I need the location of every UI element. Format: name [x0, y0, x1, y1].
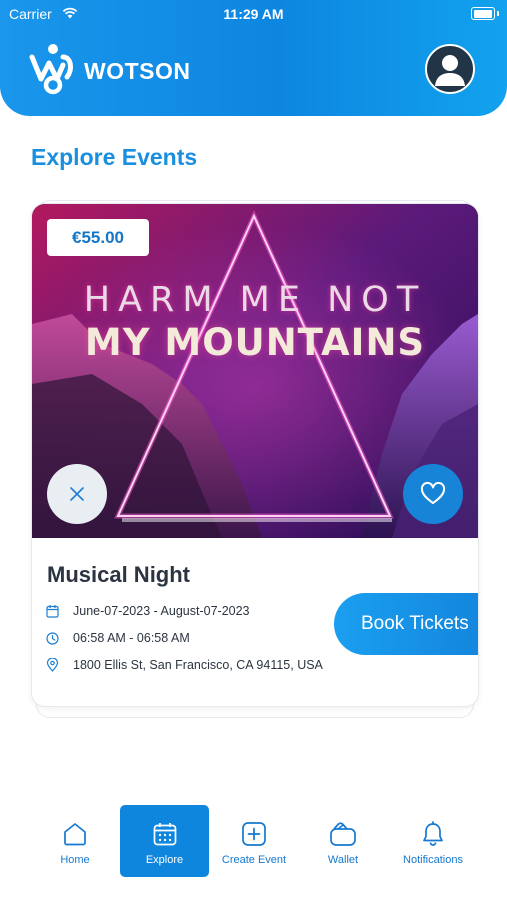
wallet-icon [330, 822, 356, 846]
price-tag: €55.00 [47, 219, 149, 256]
event-time-range: 06:58 AM - 06:58 AM [73, 631, 190, 645]
nav-notifications[interactable]: Notifications [393, 805, 473, 877]
bottom-nav: Home Explore Create Event Wallet Notific… [0, 800, 507, 900]
book-tickets-button[interactable]: Book Tickets [334, 593, 478, 655]
event-card[interactable]: €55.00 HARM ME NOT MY MOUNTAINS Musical … [31, 203, 479, 707]
user-avatar-icon[interactable] [425, 44, 475, 94]
favorite-button[interactable] [403, 464, 463, 524]
nav-explore-label: Explore [145, 854, 184, 866]
nav-create-event[interactable]: Create Event [214, 805, 294, 877]
home-icon [64, 823, 86, 846]
bell-icon [423, 821, 443, 846]
brand-name: WOTSON [84, 58, 191, 84]
plus-square-icon [242, 822, 266, 846]
status-bar: Carrier 11:29 AM [0, 0, 507, 28]
event-image: €55.00 HARM ME NOT MY MOUNTAINS [32, 204, 478, 538]
nav-explore[interactable]: Explore [120, 805, 209, 877]
calendar-icon [46, 605, 59, 618]
time-row: 06:58 AM - 06:58 AM [46, 630, 190, 646]
event-address: 1800 Ellis St, San Francisco, CA 94115, … [73, 658, 323, 672]
battery-tip [497, 11, 499, 16]
address-row: 1800 Ellis St, San Francisco, CA 94115, … [46, 657, 323, 673]
event-name: Musical Night [47, 562, 191, 587]
nav-wallet-label: Wallet [327, 854, 359, 866]
image-headline-top: HARM ME NOT [83, 280, 427, 320]
wotson-logo-icon [29, 43, 77, 95]
nav-home-label: Home [60, 854, 90, 866]
app-header: Carrier 11:29 AM WOTSON [0, 0, 507, 116]
clock-icon [46, 631, 59, 645]
dismiss-button[interactable] [47, 464, 107, 524]
location-pin-icon [46, 658, 59, 672]
date-row: June-07-2023 - August-07-2023 [46, 603, 250, 619]
event-date-range: June-07-2023 - August-07-2023 [73, 604, 250, 618]
nav-wallet[interactable]: Wallet [313, 805, 373, 877]
page-title: Explore Events [31, 144, 198, 170]
heart-icon [420, 482, 446, 504]
image-headline-main: MY MOUNTAINS [84, 321, 426, 364]
nav-home[interactable]: Home [43, 805, 107, 877]
battery-icon [471, 7, 495, 20]
nav-create-event-label: Create Event [221, 854, 287, 866]
close-icon [70, 487, 84, 501]
clock: 11:29 AM [223, 6, 284, 22]
calendar-icon [153, 823, 176, 846]
nav-notifications-label: Notifications [403, 854, 463, 866]
